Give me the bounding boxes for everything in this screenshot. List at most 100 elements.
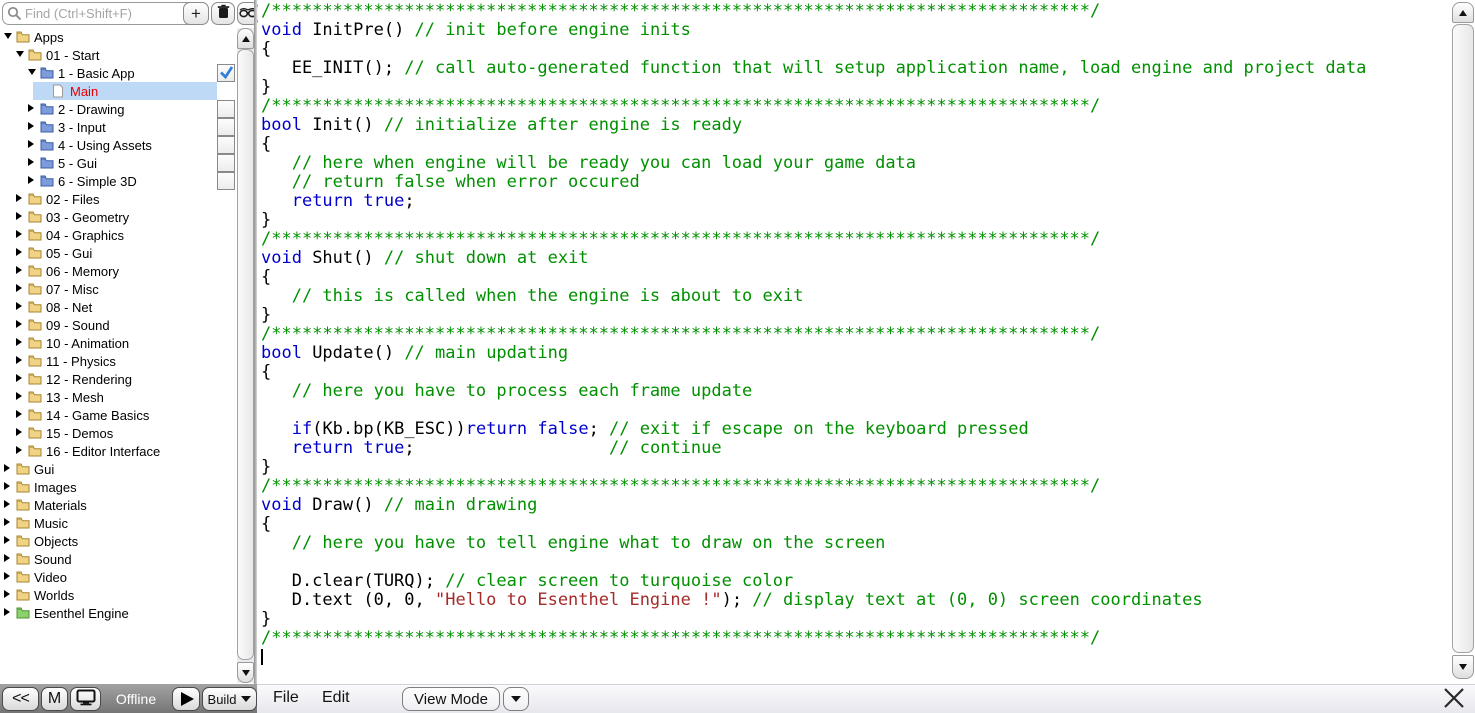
build-dropdown-button[interactable]: Build bbox=[202, 687, 257, 711]
tree-item-16-editor-interface[interactable]: 16 - Editor Interface bbox=[0, 442, 238, 460]
tree-item-2-drawing[interactable]: 2 - Drawing bbox=[0, 100, 238, 118]
code-scrollbar-thumb[interactable] bbox=[1452, 24, 1474, 653]
collapsed-arrow-icon[interactable] bbox=[4, 536, 10, 544]
tree-item-3-input[interactable]: 3 - Input bbox=[0, 118, 238, 136]
tree-item-09-sound[interactable]: 09 - Sound bbox=[0, 316, 238, 334]
tree-item-label: 12 - Rendering bbox=[46, 372, 132, 387]
collapsed-arrow-icon[interactable] bbox=[28, 140, 34, 148]
collapsed-arrow-icon[interactable] bbox=[4, 518, 10, 526]
collapsed-arrow-icon[interactable] bbox=[16, 302, 22, 310]
tree-item-12-rendering[interactable]: 12 - Rendering bbox=[0, 370, 238, 388]
tree-item-apps[interactable]: Apps bbox=[0, 28, 238, 46]
scroll-up-icon[interactable] bbox=[1452, 2, 1474, 23]
view-mode-button[interactable]: View Mode bbox=[402, 687, 500, 711]
tree-item-1-basic-app[interactable]: 1 - Basic App bbox=[0, 64, 238, 82]
tree-item-esenthel-engine[interactable]: Esenthel Engine bbox=[0, 604, 238, 622]
delete-button[interactable] bbox=[211, 2, 235, 25]
menu-file[interactable]: File bbox=[273, 689, 299, 707]
panel-divider[interactable] bbox=[254, 0, 257, 684]
collapsed-arrow-icon[interactable] bbox=[16, 230, 22, 238]
tree-item-label: 4 - Using Assets bbox=[58, 138, 152, 153]
collapsed-arrow-icon[interactable] bbox=[28, 176, 34, 184]
tree-item-sound[interactable]: Sound bbox=[0, 550, 238, 568]
collapsed-arrow-icon[interactable] bbox=[28, 158, 34, 166]
tree-item-15-demos[interactable]: 15 - Demos bbox=[0, 424, 238, 442]
collapsed-arrow-icon[interactable] bbox=[16, 428, 22, 436]
tree-scrollbar[interactable] bbox=[237, 28, 254, 683]
find-input[interactable] bbox=[2, 2, 206, 25]
scroll-down-icon[interactable] bbox=[237, 662, 254, 683]
folder-yellow-icon bbox=[16, 462, 30, 478]
tree-item-11-physics[interactable]: 11 - Physics bbox=[0, 352, 238, 370]
tree-item-01-start[interactable]: 01 - Start bbox=[0, 46, 238, 64]
checkbox-unchecked[interactable] bbox=[217, 154, 235, 172]
collapsed-arrow-icon[interactable] bbox=[16, 374, 22, 382]
tree-item-4-using-assets[interactable]: 4 - Using Assets bbox=[0, 136, 238, 154]
checkbox-unchecked[interactable] bbox=[217, 136, 235, 154]
collapsed-arrow-icon[interactable] bbox=[16, 284, 22, 292]
view-mode-dropdown-button[interactable] bbox=[503, 687, 529, 711]
tree-scrollbar-thumb[interactable] bbox=[237, 49, 254, 660]
collapsed-arrow-icon[interactable] bbox=[4, 500, 10, 508]
tree-item-main[interactable]: Main bbox=[0, 82, 238, 100]
collapsed-arrow-icon[interactable] bbox=[4, 590, 10, 598]
collapsed-arrow-icon[interactable] bbox=[4, 464, 10, 472]
collapsed-arrow-icon[interactable] bbox=[16, 338, 22, 346]
mode-button[interactable]: M bbox=[41, 687, 68, 711]
collapsed-arrow-icon[interactable] bbox=[4, 572, 10, 580]
expanded-arrow-icon[interactable] bbox=[4, 33, 12, 39]
menu-edit[interactable]: Edit bbox=[322, 689, 350, 707]
collapsed-arrow-icon[interactable] bbox=[4, 482, 10, 490]
tree-item-02-files[interactable]: 02 - Files bbox=[0, 190, 238, 208]
collapsed-arrow-icon[interactable] bbox=[16, 392, 22, 400]
checkbox-unchecked[interactable] bbox=[217, 172, 235, 190]
expanded-arrow-icon[interactable] bbox=[16, 51, 24, 57]
tree-item-gui[interactable]: Gui bbox=[0, 460, 238, 478]
play-icon bbox=[181, 692, 194, 706]
expanded-arrow-icon[interactable] bbox=[28, 69, 36, 75]
close-button[interactable] bbox=[1441, 688, 1467, 712]
collapsed-arrow-icon[interactable] bbox=[16, 248, 22, 256]
collapsed-arrow-icon[interactable] bbox=[16, 266, 22, 274]
collapsed-arrow-icon[interactable] bbox=[16, 212, 22, 220]
tree-item-images[interactable]: Images bbox=[0, 478, 238, 496]
code-editor[interactable]: /***************************************… bbox=[258, 0, 1452, 684]
scroll-up-icon[interactable] bbox=[237, 28, 254, 49]
code-scrollbar[interactable] bbox=[1452, 2, 1474, 680]
tree-item-objects[interactable]: Objects bbox=[0, 532, 238, 550]
collapsed-arrow-icon[interactable] bbox=[4, 554, 10, 562]
scroll-down-icon[interactable] bbox=[1452, 655, 1474, 679]
tree-item-14-game-basics[interactable]: 14 - Game Basics bbox=[0, 406, 238, 424]
tree-item-10-animation[interactable]: 10 - Animation bbox=[0, 334, 238, 352]
tree-item-05-gui[interactable]: 05 - Gui bbox=[0, 244, 238, 262]
collapsed-arrow-icon[interactable] bbox=[28, 104, 34, 112]
collapse-panel-button[interactable]: << bbox=[2, 687, 39, 711]
code-line: EE_INIT(); // call auto-generated functi… bbox=[261, 59, 1452, 78]
tree-item-13-mesh[interactable]: 13 - Mesh bbox=[0, 388, 238, 406]
collapsed-arrow-icon[interactable] bbox=[16, 410, 22, 418]
tree-item-07-misc[interactable]: 07 - Misc bbox=[0, 280, 238, 298]
tree-item-5-gui[interactable]: 5 - Gui bbox=[0, 154, 238, 172]
tree-item-06-memory[interactable]: 06 - Memory bbox=[0, 262, 238, 280]
tree-item-08-net[interactable]: 08 - Net bbox=[0, 298, 238, 316]
monitor-button[interactable] bbox=[70, 687, 101, 711]
checkbox-checked[interactable] bbox=[217, 64, 235, 82]
checkbox-unchecked[interactable] bbox=[217, 118, 235, 136]
tree-item-materials[interactable]: Materials bbox=[0, 496, 238, 514]
collapsed-arrow-icon[interactable] bbox=[16, 320, 22, 328]
collapsed-arrow-icon[interactable] bbox=[16, 194, 22, 202]
play-button[interactable] bbox=[172, 687, 200, 711]
tree-item-6-simple-3d[interactable]: 6 - Simple 3D bbox=[0, 172, 238, 190]
tree-item-04-graphics[interactable]: 04 - Graphics bbox=[0, 226, 238, 244]
tree-item-video[interactable]: Video bbox=[0, 568, 238, 586]
collapsed-arrow-icon[interactable] bbox=[28, 122, 34, 130]
tree-item-music[interactable]: Music bbox=[0, 514, 238, 532]
tree-item-03-geometry[interactable]: 03 - Geometry bbox=[0, 208, 238, 226]
collapsed-arrow-icon[interactable] bbox=[16, 446, 22, 454]
add-element-button[interactable]: + bbox=[183, 2, 209, 25]
collapsed-arrow-icon[interactable] bbox=[4, 608, 10, 616]
folder-blue-icon bbox=[40, 102, 54, 118]
tree-item-worlds[interactable]: Worlds bbox=[0, 586, 238, 604]
checkbox-unchecked[interactable] bbox=[217, 100, 235, 118]
collapsed-arrow-icon[interactable] bbox=[16, 356, 22, 364]
